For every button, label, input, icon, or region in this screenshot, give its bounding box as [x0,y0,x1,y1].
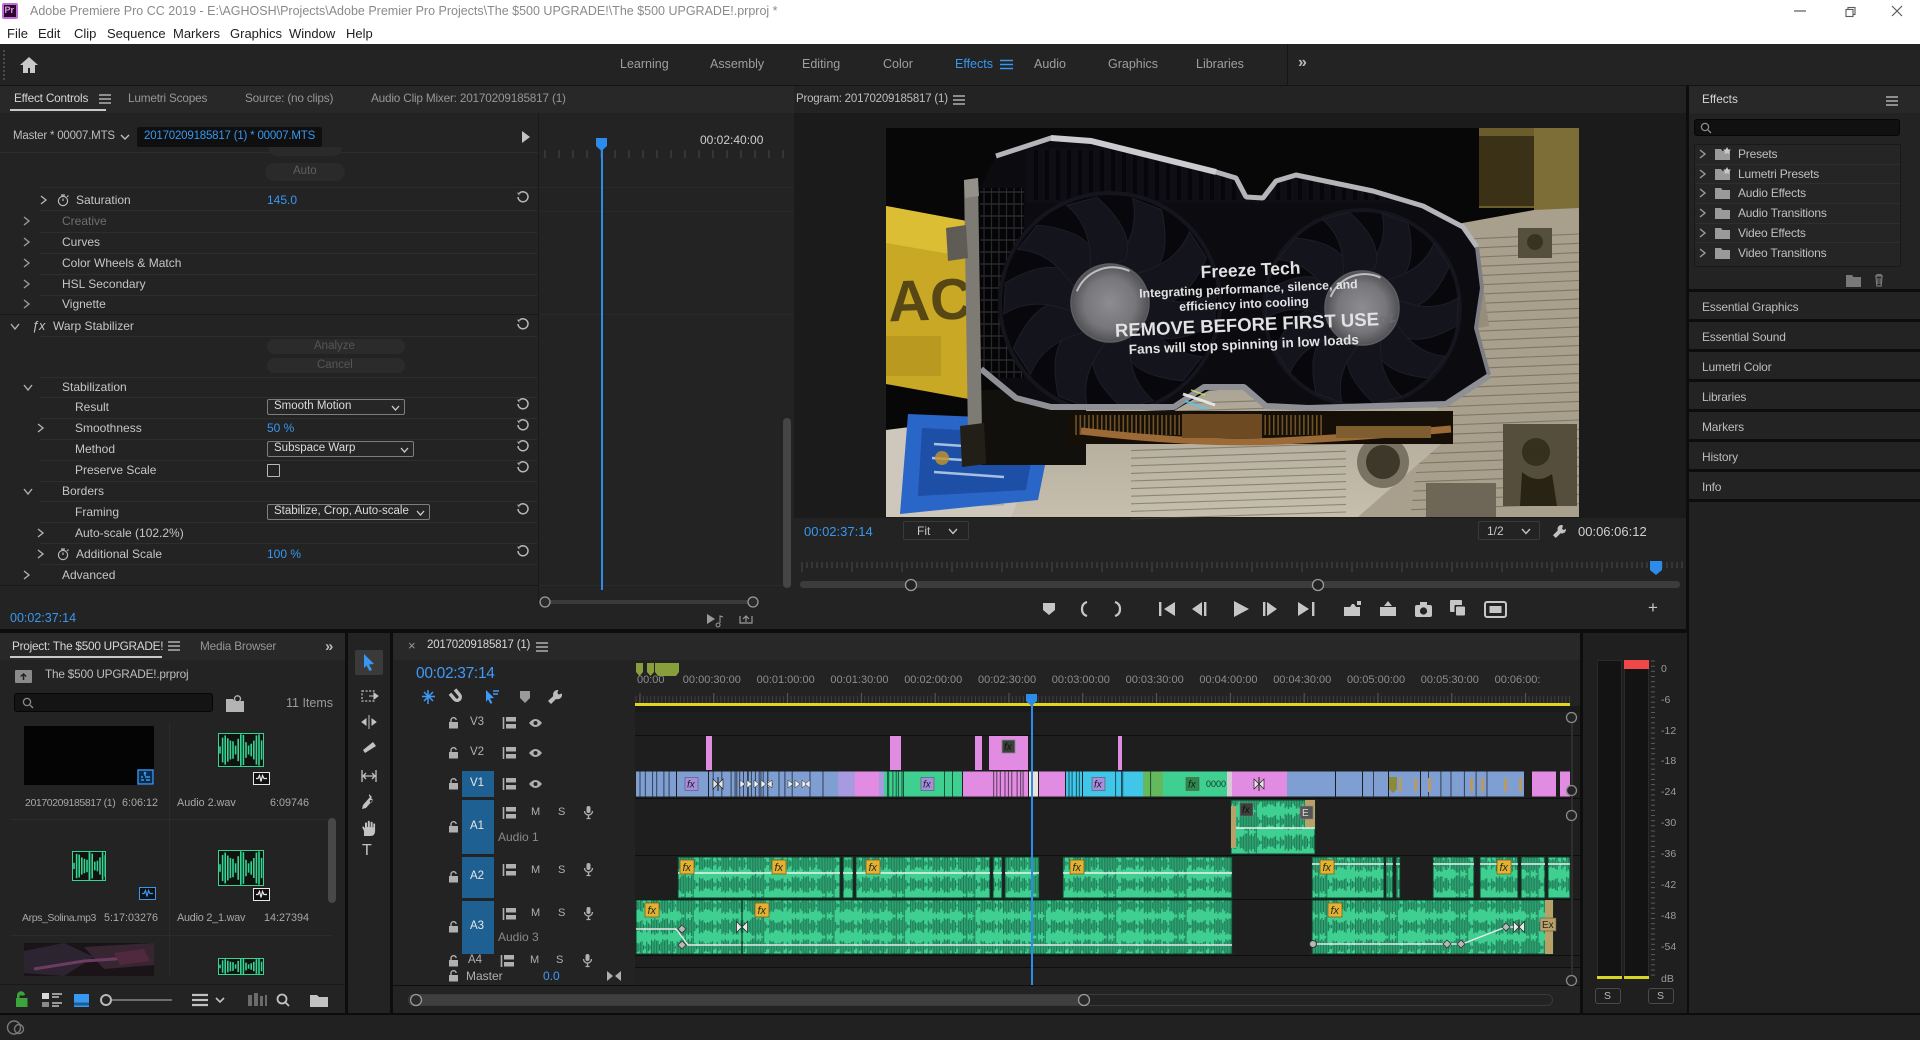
svg-text:AC: AC [887,266,973,334]
svg-text:Ex: Ex [1542,920,1554,931]
svg-text:fx: fx [683,862,692,874]
svg-text:fx: fx [758,905,767,917]
svg-text:fx: fx [687,780,696,791]
svg-text:fx: fx [1500,862,1509,874]
svg-text:fx: fx [1242,805,1251,816]
svg-text:fx: fx [1073,862,1082,874]
svg-text:fx: fx [1323,862,1332,874]
svg-text:fx: fx [648,905,657,917]
svg-text:fx: fx [923,780,932,791]
svg-text:fx: fx [775,862,784,874]
svg-text:fx: fx [1004,742,1013,753]
svg-text:fx: fx [1094,780,1103,791]
svg-text:0000: 0000 [1206,779,1226,789]
svg-text:fx: fx [869,862,878,874]
svg-text:E: E [1302,808,1309,819]
svg-text:fx: fx [1188,780,1197,791]
svg-text:fx: fx [1331,905,1340,917]
